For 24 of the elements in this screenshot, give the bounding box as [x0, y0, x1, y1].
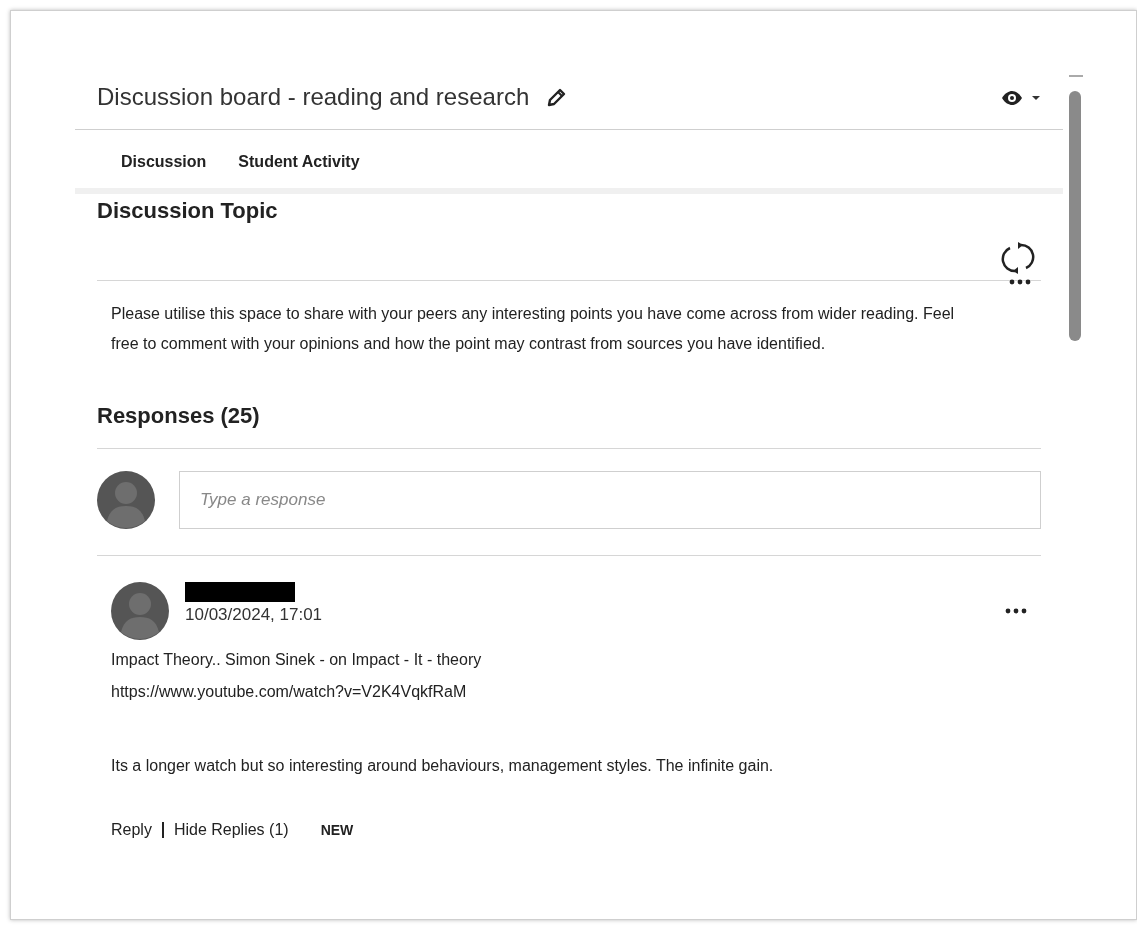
- post-text: Impact Theory.. Simon Sinek - on Impact - It - theory: [111, 649, 483, 670]
- caret-icon[interactable]: [1031, 94, 1041, 101]
- page-title: Discussion board - reading and research: [97, 83, 530, 112]
- more-options-icon[interactable]: [1009, 279, 1031, 286]
- avatar-icon: [111, 581, 169, 640]
- responses-heading: Responses (25): [97, 403, 261, 430]
- action-link[interactable]: Reply: [111, 817, 152, 838]
- post-date: 10/03/2024, 17:01: [185, 603, 323, 626]
- new-label: NEW: [320, 820, 354, 838]
- more-options-icon[interactable]: [1005, 607, 1027, 614]
- avatar-icon: [97, 470, 155, 529]
- response-field[interactable]: Type a response: [179, 470, 1041, 529]
- refresh-icon[interactable]: [1001, 240, 1035, 277]
- post-link[interactable]: https://www.youtube.com/watch?v=V2K4VqkfRaM: [111, 679, 467, 704]
- eye-icon[interactable]: [1001, 89, 1023, 106]
- action-link[interactable]: Hide Replies (1): [173, 817, 289, 838]
- section-heading: Discussion Topic: [97, 197, 279, 225]
- tab[interactable]: Discussion: [121, 150, 207, 174]
- post-text: Its a longer watch but so interesting around behaviours, management styles. The infinite gain.: [111, 755, 775, 776]
- tab[interactable]: Student Activity: [238, 150, 360, 174]
- pencil-icon[interactable]: [545, 86, 568, 109]
- scrollbar-thumb[interactable]: [1069, 91, 1081, 341]
- topic-description: Please utilise this space to share with your peers any interesting points you have come across from wider reading. Feel free to comment with your opinions and how the point may contrast from sources you have identified.: [110, 304, 956, 355]
- separator-line: [161, 821, 164, 838]
